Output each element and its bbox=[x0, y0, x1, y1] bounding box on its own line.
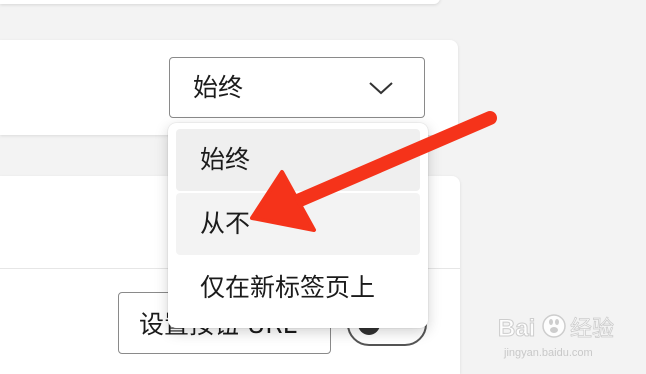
dropdown-option-never[interactable]: 从不 bbox=[176, 193, 420, 255]
show-home-button-select[interactable]: 始终 bbox=[169, 57, 425, 118]
select-current-value: 始终 bbox=[193, 73, 244, 102]
top-card-edge bbox=[0, 0, 440, 4]
dropdown-option-new-tab-only[interactable]: 仅在新标签页上 bbox=[176, 257, 420, 319]
chevron-down-icon bbox=[369, 82, 393, 95]
select-dropdown-menu: 始终 从不 仅在新标签页上 bbox=[168, 123, 428, 328]
settings-page: 始终 设置按钮 URL 始终 从不 仅在新标签页上 Bai 经验 jingyan… bbox=[0, 0, 646, 374]
dropdown-option-always[interactable]: 始终 bbox=[176, 129, 420, 191]
baidu-watermark-logo: Bai 经验 jingyan.baidu.com bbox=[498, 314, 614, 359]
svg-text:经验: 经验 bbox=[570, 317, 614, 342]
svg-text:Bai: Bai bbox=[498, 315, 535, 342]
svg-text:jingyan.baidu.com: jingyan.baidu.com bbox=[503, 347, 593, 359]
